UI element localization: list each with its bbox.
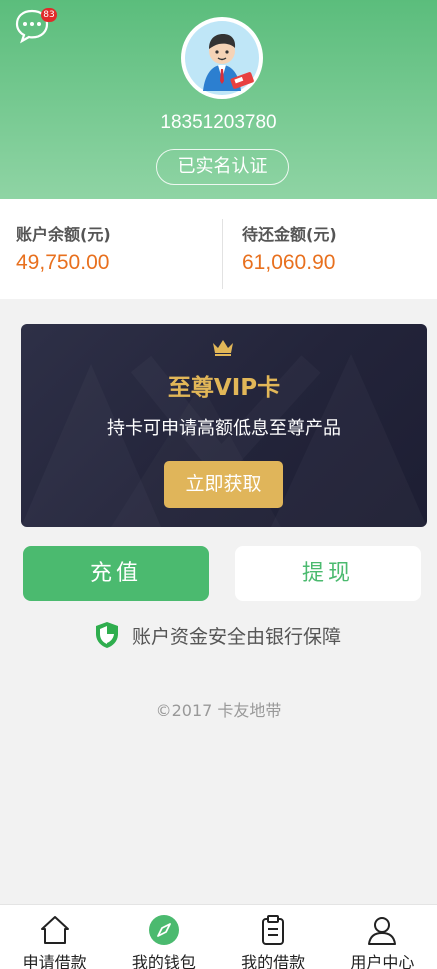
home-icon [40,916,69,944]
due-amount-value: 61,060.90 [242,251,336,274]
copyright: ©2017 卡友地带 [155,701,282,720]
withdraw-button[interactable]: 提现 [235,546,421,601]
tab-label: 用户中心 [350,953,415,969]
tab-user-center[interactable]: 用户中心 [328,905,437,969]
user-phone: 18351203780 [160,112,277,133]
message-count-badge: 83 [41,8,57,22]
user-icon [368,917,397,945]
vip-title: 至尊VIP卡 [167,375,281,401]
due-amount-label: 待还金额(元) [242,225,337,244]
profile-header: 83 18351203780 已实名认证 [0,0,437,199]
balance-panel: 账户余额(元) 49,750.00 待还金额(元) 61,060.90 [0,199,437,299]
tab-apply-loan[interactable]: 申请借款 [0,905,109,969]
compass-icon [148,915,179,945]
get-vip-button[interactable]: 立即获取 [164,461,283,508]
verified-status-button[interactable]: 已实名认证 [156,149,289,185]
tab-my-loans[interactable]: 我的借款 [219,905,328,969]
crown-icon [213,340,233,356]
account-balance-label: 账户余额(元) [16,225,111,244]
avatar-illustration [185,21,259,95]
security-note-text: 账户资金安全由银行保障 [132,625,342,648]
tab-label: 申请借款 [22,953,87,969]
account-balance[interactable]: 账户余额(元) 49,750.00 [16,221,111,275]
avatar[interactable] [181,17,263,99]
tab-my-wallet[interactable]: 我的钱包 [109,905,218,969]
recharge-button[interactable]: 充值 [23,546,209,601]
due-amount[interactable]: 待还金额(元) 61,060.90 [242,221,337,275]
tab-label: 我的钱包 [131,953,196,969]
bottom-tab-bar: 申请借款 我的钱包 我的借款 用户中心 [0,904,437,969]
shield-icon [96,622,118,648]
vip-subtitle: 持卡可申请高额低息至尊产品 [107,418,341,439]
account-balance-value: 49,750.00 [16,251,110,274]
tab-label: 我的借款 [241,953,306,969]
vip-card-banner[interactable]: 至尊VIP卡 持卡可申请高额低息至尊产品 立即获取 [21,324,427,527]
security-note: 账户资金安全由银行保障 [94,620,341,650]
balance-divider [222,219,223,289]
clipboard-icon [262,915,285,945]
